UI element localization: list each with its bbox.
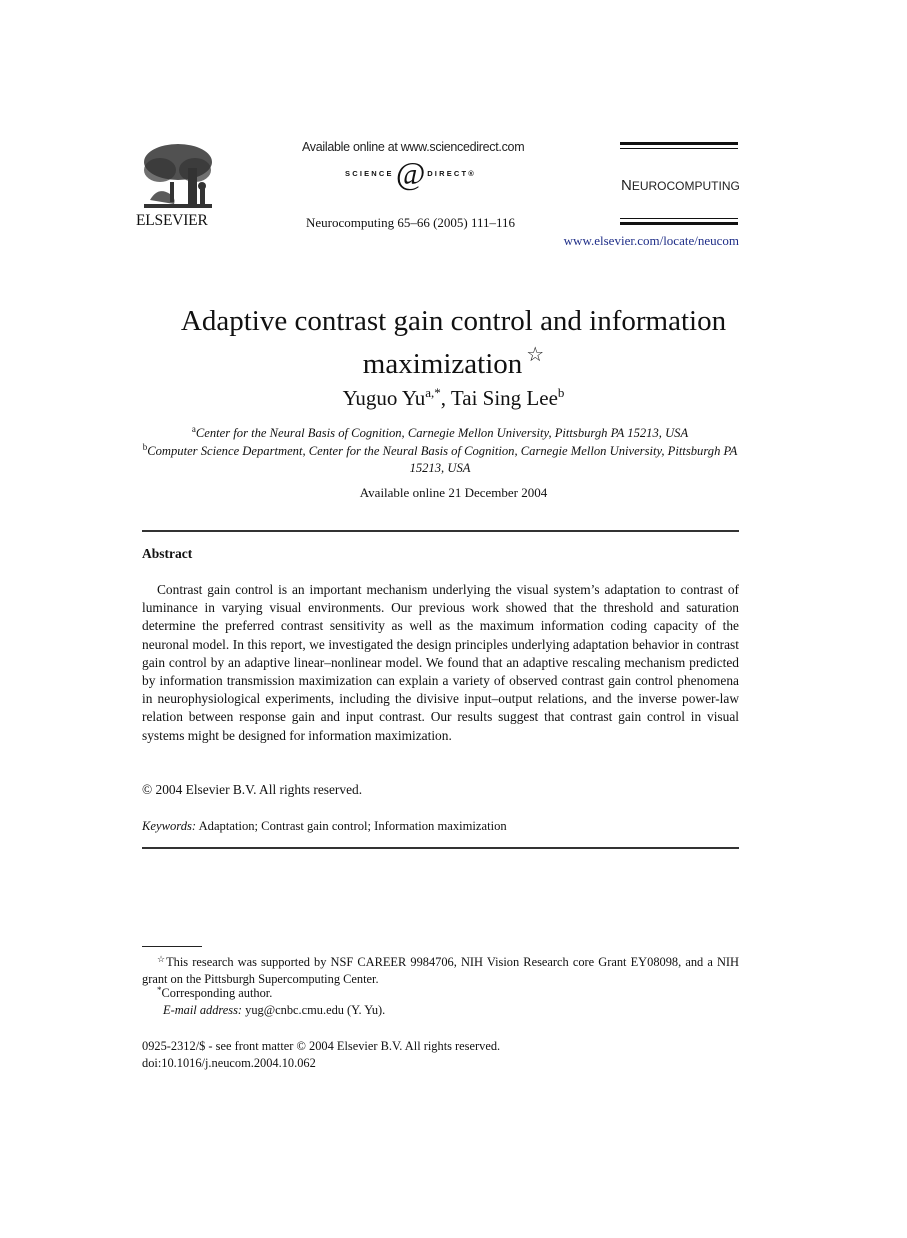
keywords-label: Keywords: [142,819,197,833]
sciencedirect-availability[interactable]: Available online at www.sciencedirect.co… [302,140,525,154]
masthead-rule [620,222,738,225]
article-title: Adaptive contrast gain control and infor… [0,304,907,381]
title-line-2: maximization [362,348,523,380]
author-separator: , [440,386,451,410]
author-list: Yuguo Yua,*, Tai Sing Leeb [0,386,907,411]
journal-name-rest: EUROCOMPUTING [631,179,740,193]
journal-name: NEUROCOMPUTING [621,177,740,194]
section-divider [142,530,739,532]
email-address-link[interactable]: yug@cnbc.cmu.edu (Y. Yu). [245,1003,385,1017]
issn-front-matter: 0925-2312/$ - see front matter © 2004 El… [142,1039,501,1053]
title-line-1: Adaptive contrast gain control and infor… [180,305,727,337]
journal-citation: Neurocomputing 65–66 (2005) 111–116 [306,215,516,230]
sciencedirect-logo: SCIENCE @ DIRECT® [345,155,477,191]
keywords: Keywords: Adaptation; Contrast gain cont… [142,819,507,834]
author-name: Yuguo Yu [342,386,426,410]
abstract-body: Contrast gain control is an important me… [142,582,739,743]
author-marks[interactable]: a,* [425,385,441,400]
sciencedirect-logo-right: DIRECT® [427,168,477,178]
available-online-date: Available online 21 December 2004 [359,485,548,500]
affiliation: aCenter for the Neural Basis of Cognitio… [140,425,740,443]
elsevier-logo-text: ELSEVIER [136,212,208,229]
sciencedirect-at-icon: @ [395,155,426,191]
doi-link[interactable]: doi:10.1016/j.neucom.2004.10.062 [142,1056,316,1071]
affiliation-text: Computer Science Department, Center for … [147,443,738,476]
sciencedirect-logo-left: SCIENCE [345,168,394,178]
affiliation: bComputer Science Department, Center for… [140,442,740,478]
masthead-rule [620,142,738,145]
journal-url-link[interactable]: www.elsevier.com/locate/neucom [564,233,739,249]
affiliations: aCenter for the Neural Basis of Cognitio… [140,425,740,478]
author-marks[interactable]: b [558,385,565,400]
footnote-email: E-mail address: yug@cnbc.cmu.edu (Y. Yu)… [163,1002,385,1019]
title-footnote-star-icon[interactable]: ☆ [526,344,544,366]
section-divider [142,847,739,849]
masthead-rule [620,148,738,149]
footnote-star-icon: ☆ [157,954,167,964]
masthead-rule [620,218,738,219]
footnote-corresponding-text: Corresponding author. [161,986,273,1000]
affiliation-text: Center for the Neural Basis of Cognition… [195,426,689,440]
author-name: Tai Sing Lee [450,386,558,410]
journal-name-initial: N [621,177,632,194]
footnote-funding-text: This research was supported by NSF CAREE… [142,955,739,986]
elsevier-tree-icon [140,140,216,212]
footnote-corresponding: *Corresponding author. [157,985,272,1002]
abstract-copyright: © 2004 Elsevier B.V. All rights reserved… [142,782,363,797]
keywords-text: Adaptation; Contrast gain control; Infor… [198,819,507,833]
footnote-funding: ☆This research was supported by NSF CARE… [142,951,739,988]
abstract-heading: Abstract [142,546,193,561]
email-label: E-mail address: [163,1003,243,1017]
footnote-rule [142,946,202,947]
